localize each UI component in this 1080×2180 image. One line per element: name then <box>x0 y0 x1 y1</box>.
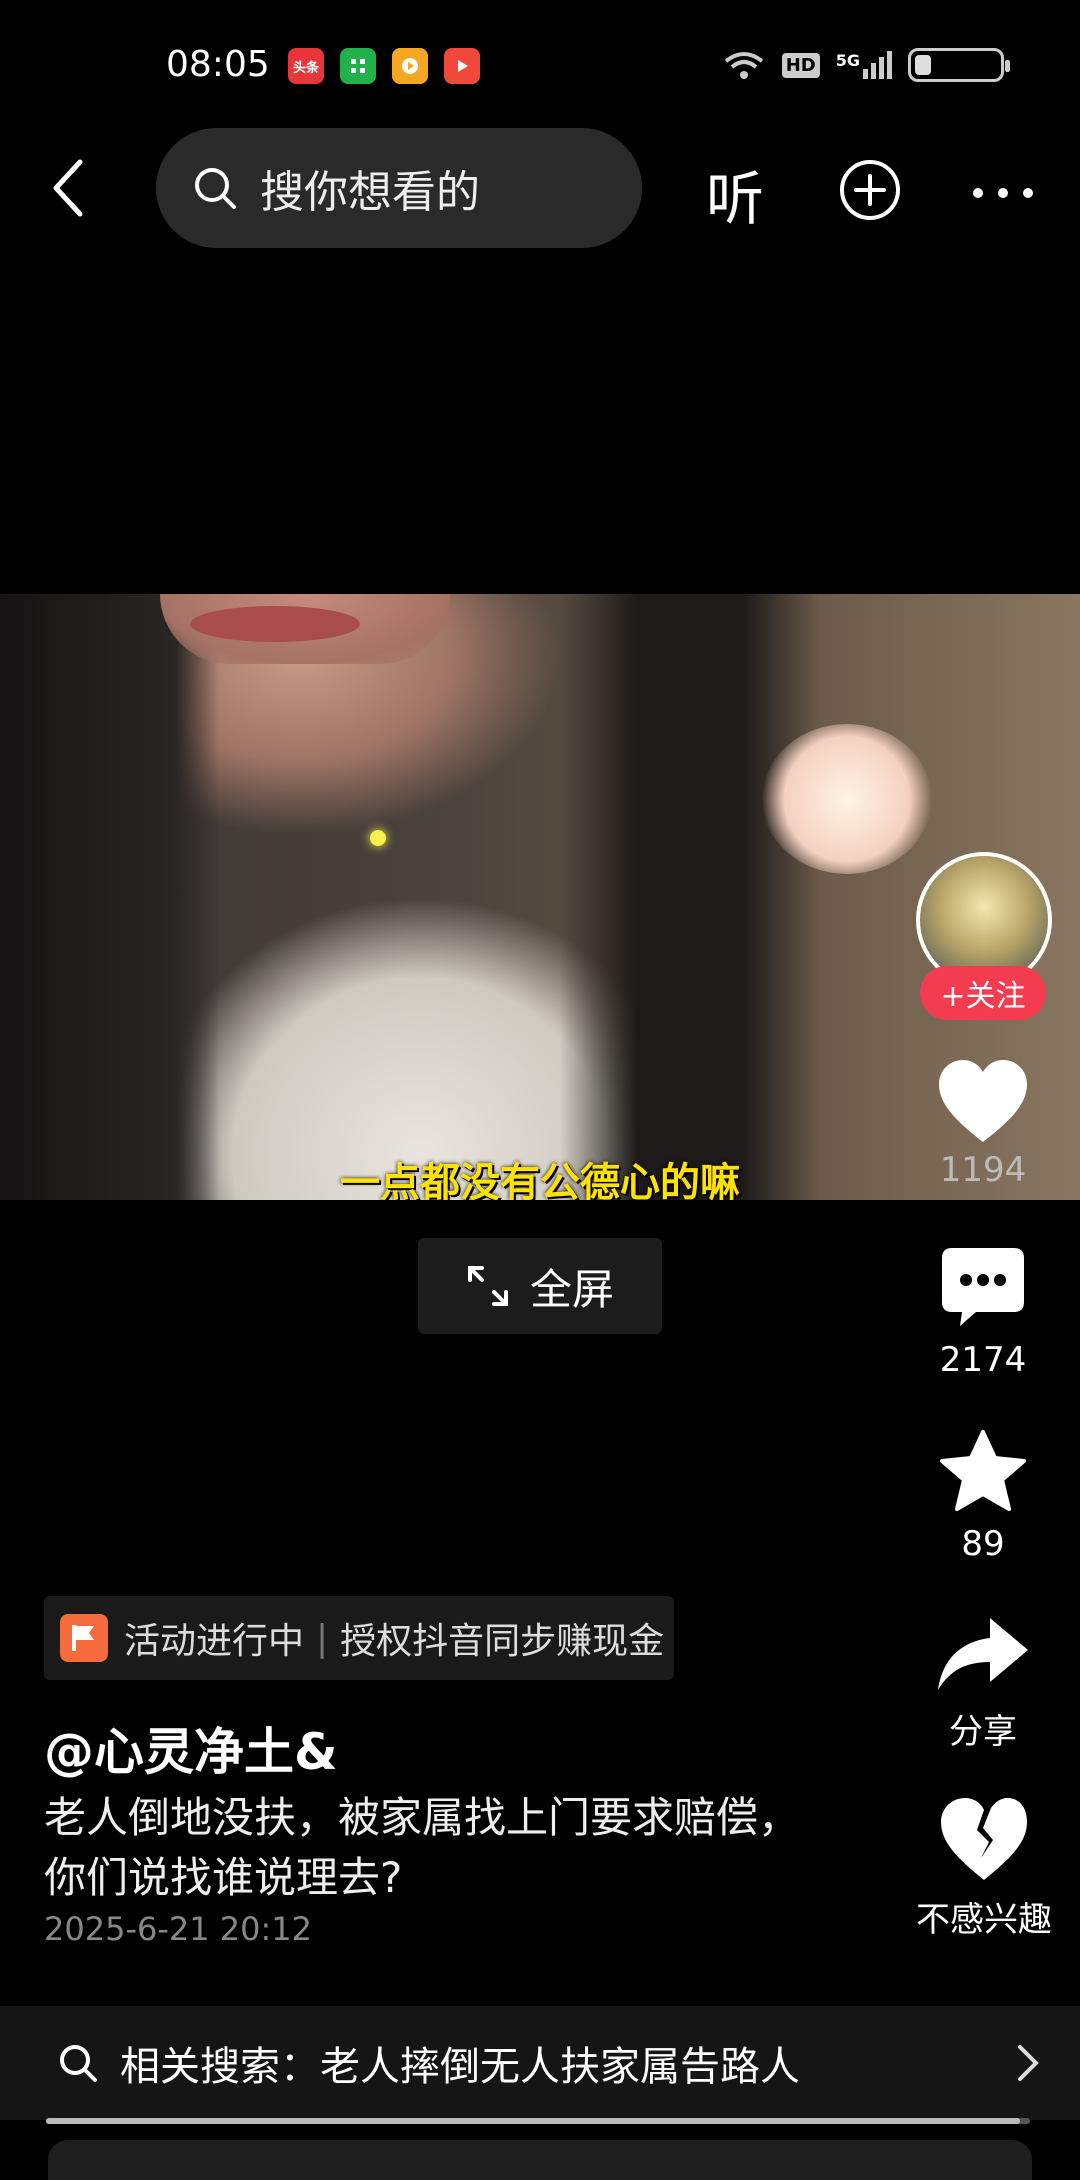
star-icon <box>940 1430 1026 1511</box>
toutiao-app-icon-label: 头条 <box>292 60 319 76</box>
back-arrow-icon <box>53 159 83 217</box>
listen-button[interactable]: 听 <box>706 152 764 236</box>
not-interested-button[interactable]: 不感兴趣 <box>904 1796 1064 1941</box>
add-button[interactable] <box>838 158 902 226</box>
video-frame-light-dot <box>370 830 386 846</box>
play-app-icon <box>444 48 480 84</box>
green-app-icon <box>340 48 376 84</box>
activity-status: 活动进行中 <box>124 1621 305 1662</box>
activity-separator: | <box>316 1617 329 1659</box>
post-date: 2025-6-21 20:12 <box>44 1910 312 1948</box>
flag-icon <box>60 1614 108 1662</box>
like-button[interactable]: 1194 <box>920 1056 1046 1190</box>
activity-banner[interactable]: 活动进行中 | 授权抖音同步赚现金 <box>44 1596 674 1680</box>
comment-button[interactable]: 2174 <box>920 1246 1046 1380</box>
like-count: 1194 <box>939 1150 1027 1190</box>
comment-icon <box>942 1248 1024 1326</box>
battery-level <box>915 55 932 75</box>
back-button[interactable] <box>48 156 88 224</box>
wifi-icon <box>724 52 763 79</box>
search-bar[interactable]: 搜你想看的 <box>156 128 642 248</box>
video-app-icon <box>392 48 428 84</box>
search-icon <box>195 168 236 209</box>
author-name[interactable]: @心灵净土& <box>44 1712 338 1784</box>
more-button[interactable] <box>972 184 1034 203</box>
search-placeholder: 搜你想看的 <box>260 167 480 218</box>
share-icon <box>938 1618 1028 1690</box>
more-dots-icon <box>973 188 1033 198</box>
video-frame-hair-right <box>560 594 820 1200</box>
share-label: 分享 <box>949 1712 1017 1752</box>
video-player[interactable]: 一点都没有公德心的嘛 <box>0 594 1080 1200</box>
broken-heart-icon <box>941 1798 1027 1880</box>
video-frame-lips <box>190 606 360 642</box>
chevron-right-icon <box>1018 2045 1039 2081</box>
status-right: HD 5G <box>722 48 1010 82</box>
heart-sticker <box>762 724 932 874</box>
plus-circle-icon <box>840 160 900 220</box>
fullscreen-label: 全屏 <box>529 1264 614 1314</box>
video-description: 老人倒地没扶，被家属找上门要求赔偿，你们说找谁说理去? <box>44 1793 801 1902</box>
bottom-sheet-edge <box>48 2140 1032 2180</box>
network-type: 5G <box>835 51 860 70</box>
favorite-count: 89 <box>961 1524 1005 1564</box>
fullscreen-button[interactable]: 全屏 <box>418 1238 662 1334</box>
playback-progress-fill <box>46 2118 1021 2124</box>
favorite-button[interactable]: 89 <box>920 1428 1046 1564</box>
not-interested-label: 不感兴趣 <box>916 1900 1052 1940</box>
activity-text: 授权抖音同步赚现金 <box>340 1621 665 1662</box>
battery-icon <box>908 48 1010 82</box>
video-subtitle: 一点都没有公德心的嘛 <box>340 1160 740 1200</box>
comment-count: 2174 <box>939 1340 1027 1380</box>
playback-progress-bar[interactable] <box>46 2118 1030 2124</box>
video-frame-hair-left <box>0 594 220 1200</box>
heart-icon <box>939 1060 1027 1142</box>
follow-button[interactable]: +关注 <box>920 966 1046 1020</box>
related-search-text: 相关搜索：老人摔倒无人扶家属告路人 <box>120 2044 800 2090</box>
related-search-bar[interactable]: 相关搜索：老人摔倒无人扶家属告路人 <box>0 2006 1080 2120</box>
hd-badge: HD <box>781 52 820 78</box>
signal-icon: 5G <box>836 51 892 79</box>
toutiao-app-icon: 头条 <box>288 48 324 84</box>
share-button[interactable]: 分享 <box>920 1614 1046 1753</box>
expand-icon <box>467 1266 508 1306</box>
status-time: 08:05 <box>166 44 270 85</box>
search-icon <box>60 2045 97 2082</box>
